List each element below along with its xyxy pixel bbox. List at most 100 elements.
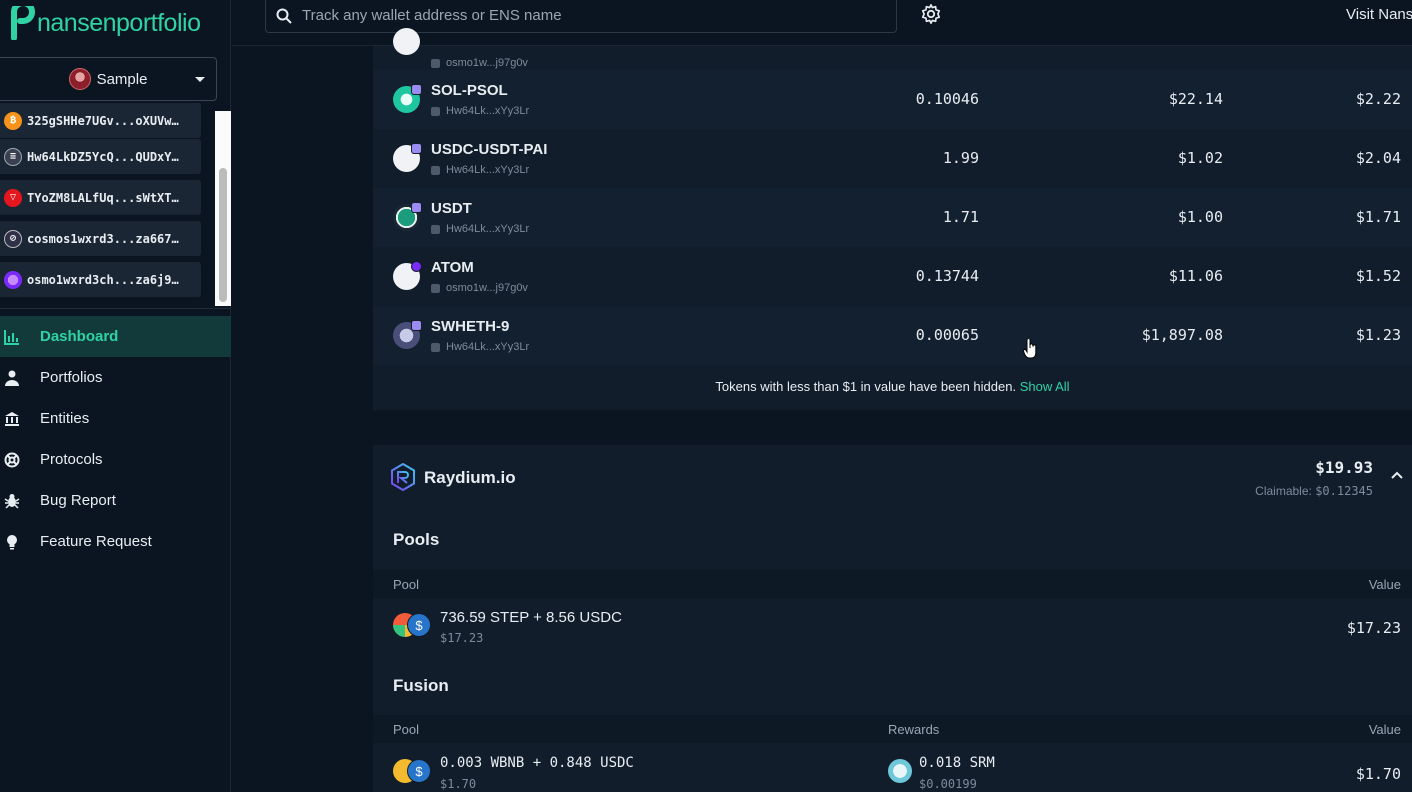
nav-item-dashboard[interactable]: Dashboard bbox=[0, 316, 231, 357]
raydium-logo-icon bbox=[391, 463, 415, 491]
token-row[interactable]: SWHETH-9 Hw64Lk...xYy3Lr 0.00065 $1,897.… bbox=[373, 306, 1412, 365]
nav-label: Feature Request bbox=[40, 533, 152, 550]
token-value: $1.52 bbox=[1355, 267, 1401, 285]
token-price: $1.02 bbox=[1177, 149, 1223, 167]
fusion-table-header: Pool Rewards Value bbox=[373, 715, 1412, 743]
token-name: SWHETH-9 bbox=[431, 318, 510, 335]
user-icon bbox=[4, 370, 20, 386]
wallet-item-solana[interactable]: ≡ Hw64LkDZ5YcQ...QUDxY… bbox=[0, 139, 201, 174]
wallet-address: Hw64LkDZ5YcQ...QUDxY… bbox=[27, 149, 179, 164]
tokens-card: osmo1w...j97g0v SOL-PSOL Hw64Lk...xYy3Lr… bbox=[373, 28, 1412, 410]
divider bbox=[0, 308, 231, 309]
nav-label: Portfolios bbox=[40, 369, 103, 386]
wallet-list-scroll-thumb[interactable] bbox=[219, 168, 227, 302]
token-wallet: Hw64Lk...xYy3Lr bbox=[431, 164, 529, 176]
token-price: $1.00 bbox=[1177, 208, 1223, 226]
token-row[interactable]: USDC-USDT-PAI Hw64Lk...xYy3Lr 1.99 $1.02… bbox=[373, 129, 1412, 188]
wallet-address: cosmos1wxrd3...za667… bbox=[27, 231, 179, 246]
token-price: $11.06 bbox=[1168, 267, 1223, 285]
portfolio-name: Sample bbox=[96, 70, 148, 88]
nav-item-bug-report[interactable]: Bug Report bbox=[0, 480, 231, 521]
protocol-name: Raydium.io bbox=[424, 468, 516, 487]
fusion-subvalue: $1.70 bbox=[440, 777, 477, 791]
chevron-up-icon[interactable] bbox=[1391, 471, 1403, 479]
reward-subvalue: $0.00199 bbox=[919, 777, 977, 791]
token-name: USDC-USDT-PAI bbox=[431, 141, 548, 158]
wallet-address: 325gSHHe7UGv...oXUVw… bbox=[27, 113, 179, 128]
wallet-item-cosmos[interactable]: ⊘ cosmos1wxrd3...za667… bbox=[0, 221, 201, 256]
protocol-total-value: $19.93 bbox=[1315, 458, 1373, 477]
nav-item-feature-request[interactable]: Feature Request bbox=[0, 521, 231, 562]
wallet-item-tron[interactable]: ▽ TYoZM8LALfUq...sWtXT… bbox=[0, 180, 201, 215]
main-content: osmo1w...j97g0v SOL-PSOL Hw64Lk...xYy3Lr… bbox=[373, 28, 1412, 792]
token-amount: 0.00065 bbox=[915, 326, 979, 344]
token-row[interactable]: USDT Hw64Lk...xYy3Lr 1.71 $1.00 $1.71 bbox=[373, 188, 1412, 247]
solana-icon: ≡ bbox=[4, 147, 22, 166]
nansen-logo-icon bbox=[11, 6, 35, 40]
token-amount: 0.10046 bbox=[915, 90, 979, 108]
show-all-link[interactable]: Show All bbox=[1020, 379, 1070, 394]
nav-item-entities[interactable]: Entities bbox=[0, 398, 231, 439]
pool-subvalue: $17.23 bbox=[440, 631, 484, 645]
token-row[interactable]: osmo1w...j97g0v bbox=[373, 12, 1412, 70]
search-icon bbox=[276, 8, 292, 24]
nav-label: Entities bbox=[40, 410, 90, 427]
pool-row[interactable]: $ 736.59 STEP + 8.56 USDC $17.23 $17.23 bbox=[373, 601, 1412, 647]
wallet-list: ₿ 325gSHHe7UGv...oXUVw… ≡ Hw64LkDZ5YcQ..… bbox=[0, 103, 231, 306]
bug-icon bbox=[4, 493, 20, 509]
avatar bbox=[68, 68, 91, 90]
pool-title: 736.59 STEP + 8.56 USDC bbox=[440, 609, 622, 626]
tron-icon: ▽ bbox=[4, 188, 22, 207]
token-amount: 1.99 bbox=[942, 149, 979, 167]
chart-icon bbox=[4, 329, 20, 345]
cosmos-icon: ⊘ bbox=[4, 229, 22, 248]
solana-badge-icon bbox=[411, 320, 422, 331]
token-amount: 1.71 bbox=[942, 208, 979, 226]
token-row[interactable]: SOL-PSOL Hw64Lk...xYy3Lr 0.10046 $22.14 … bbox=[373, 70, 1412, 129]
token-value: $1.71 bbox=[1355, 208, 1401, 226]
wallet-item-osmosis[interactable]: osmo1wxrd3ch...za6j9… bbox=[0, 262, 201, 297]
bitcoin-icon: ₿ bbox=[4, 111, 22, 130]
osmosis-icon bbox=[4, 270, 22, 289]
token-wallet: Hw64Lk...xYy3Lr bbox=[431, 223, 529, 235]
raydium-protocol-card: Raydium.io $19.93 Claimable: $0.12345 Po… bbox=[373, 445, 1412, 792]
token-amount: 0.13744 bbox=[915, 267, 979, 285]
reward-amount: 0.018 SRM bbox=[919, 755, 995, 771]
token-name: USDT bbox=[431, 200, 472, 217]
claimable-value: Claimable: $0.12345 bbox=[1255, 484, 1373, 498]
logo-text: nansenportfolio bbox=[37, 9, 201, 37]
token-wallet: osmo1w...j97g0v bbox=[431, 57, 528, 69]
token-name: ATOM bbox=[431, 259, 474, 276]
token-name: SOL-PSOL bbox=[431, 82, 508, 99]
fusion-row[interactable]: $ 0.003 WBNB + 0.848 USDC $1.70 0.018 SR… bbox=[373, 747, 1412, 792]
column-header-value: Value bbox=[1368, 577, 1401, 592]
token-wallet: Hw64Lk...xYy3Lr bbox=[431, 105, 529, 117]
sidebar: nansenportfolio Sample ₿ 325gSHHe7UGv...… bbox=[0, 0, 231, 792]
wallet-address: TYoZM8LALfUq...sWtXT… bbox=[27, 190, 179, 205]
nav-label: Bug Report bbox=[40, 492, 116, 509]
column-header-value: Value bbox=[1368, 722, 1401, 737]
nav-item-protocols[interactable]: Protocols bbox=[0, 439, 231, 480]
lifebuoy-icon bbox=[4, 452, 20, 468]
nav-label: Dashboard bbox=[40, 328, 119, 345]
caret-down-icon bbox=[195, 77, 205, 82]
token-wallet: osmo1w...j97g0v bbox=[431, 282, 528, 294]
solana-badge-icon bbox=[411, 202, 422, 213]
fusion-title: 0.003 WBNB + 0.848 USDC bbox=[440, 755, 634, 771]
bank-icon bbox=[4, 411, 20, 427]
nansen-portfolio-logo[interactable]: nansenportfolio bbox=[10, 2, 201, 40]
fusion-value: $1.70 bbox=[1355, 765, 1401, 783]
pool-pair-icons: $ bbox=[393, 613, 433, 637]
srm-icon bbox=[888, 759, 912, 783]
nav-item-portfolios[interactable]: Portfolios bbox=[0, 357, 231, 398]
wallet-item-bitcoin[interactable]: ₿ 325gSHHe7UGv...oXUVw… bbox=[0, 103, 201, 138]
solana-badge-icon bbox=[411, 84, 422, 95]
hand-cursor-icon bbox=[1023, 339, 1037, 359]
token-value: $2.04 bbox=[1355, 149, 1401, 167]
wallet-address: osmo1wxrd3ch...za6j9… bbox=[27, 272, 179, 287]
fusion-section-title: Fusion bbox=[393, 676, 449, 695]
token-wallet: Hw64Lk...xYy3Lr bbox=[431, 341, 529, 353]
portfolio-selector[interactable]: Sample bbox=[0, 57, 217, 101]
token-row[interactable]: ATOM osmo1w...j97g0v 0.13744 $11.06 $1.5… bbox=[373, 247, 1412, 306]
token-price: $22.14 bbox=[1168, 90, 1223, 108]
